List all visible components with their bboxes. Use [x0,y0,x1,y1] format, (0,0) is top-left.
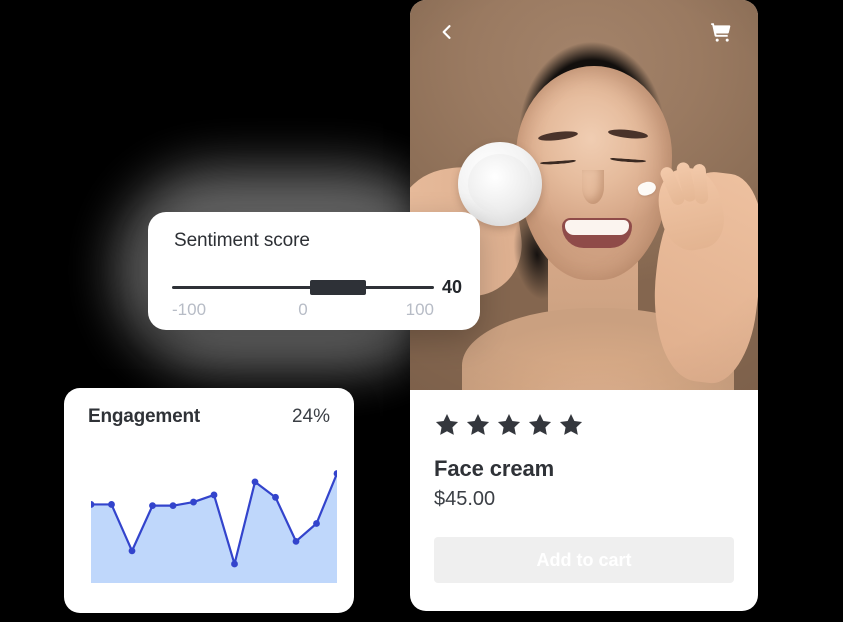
rating-stars [434,412,734,438]
chart-data-point [272,493,279,501]
engagement-chart [91,458,337,583]
shopping-cart-icon [709,20,733,44]
sentiment-score-card: Sentiment score 40 -100 0 100 [148,212,480,330]
chart-data-point [149,502,156,510]
product-title: Face cream [434,456,555,481]
chart-data-point [190,498,197,506]
star-icon [527,412,553,438]
chart-data-point [292,537,300,545]
chart-data-point [313,520,320,527]
engagement-header: Engagement 24% [64,388,354,428]
engagement-value: 24% [291,406,330,427]
star-icon [465,412,491,438]
product-photo [410,0,758,390]
slider-tick-min: -100 [172,300,207,319]
chart-area-fill [91,473,337,583]
sentiment-slider[interactable]: 40 -100 0 100 [172,274,462,322]
chart-data-point [169,502,177,510]
chart-data-point [231,560,238,568]
slider-tick-max: 100 [405,300,434,319]
star-icon [558,412,584,438]
engagement-area-chart [91,470,337,583]
screenshot-stage: Face cream $45.00 Add to cart Sentiment … [0,0,843,622]
cart-button[interactable] [706,17,736,47]
chart-data-point [210,491,218,499]
chevron-left-icon [437,22,457,42]
chart-data-point [333,470,337,477]
star-icon [496,412,522,438]
sentiment-card-title: Sentiment score [174,230,310,251]
sentiment-value: 40 [442,277,463,297]
chart-data-point [251,478,259,486]
add-to-cart-button[interactable]: Add to cart [434,537,734,583]
chart-data-point [128,547,136,555]
chart-data-point [108,501,115,508]
slider-ticks: -100 0 100 [172,300,434,322]
engagement-card: Engagement 24% [64,388,354,613]
engagement-title: Engagement [88,406,201,427]
slider-tick-mid: 0 [298,300,308,319]
back-button[interactable] [432,17,462,47]
slider-thumb[interactable] [310,280,366,295]
product-topbar [410,0,758,64]
product-price: $45.00 [434,488,496,510]
slider-track[interactable] [172,286,434,289]
product-info: Face cream $45.00 Add to cart [410,390,758,583]
star-icon [434,412,460,438]
